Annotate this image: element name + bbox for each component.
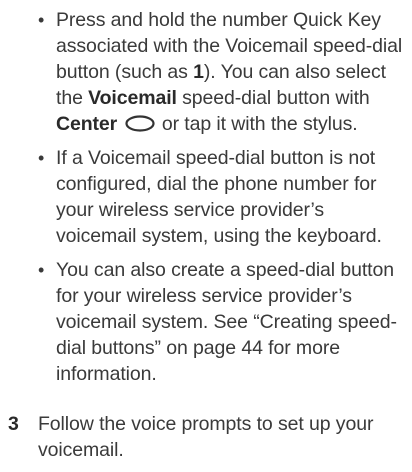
bullet-item: • You can also create a speed-dial butto… — [38, 257, 408, 387]
bullet-text: You can also create a speed-dial button … — [56, 259, 397, 385]
bullet-marker: • — [38, 10, 45, 30]
quick-key-number: 1 — [193, 61, 204, 83]
text-run — [117, 113, 122, 135]
instruction-bullet-list: • Press and hold the number Quick Key as… — [38, 7, 408, 387]
center-label: Center — [56, 113, 118, 135]
bullet-item: • Press and hold the number Quick Key as… — [38, 7, 408, 137]
bullet-marker: • — [38, 260, 45, 280]
bullet-marker: • — [38, 148, 45, 168]
center-button-icon — [124, 115, 155, 132]
text-run: speed-dial button with — [176, 87, 370, 109]
bullet-text: Press and hold the number Quick Key asso… — [56, 9, 402, 135]
document-page: • Press and hold the number Quick Key as… — [0, 0, 412, 472]
step-text: Follow the voice prompts to set up your … — [38, 413, 374, 461]
bullet-item: • If a Voicemail speed-dial button is no… — [38, 145, 408, 249]
step-item: 3 Follow the voice prompts to set up you… — [8, 411, 408, 463]
bullet-text: If a Voicemail speed-dial button is not … — [56, 147, 382, 247]
text-run: or tap it with the stylus. — [156, 113, 358, 135]
voicemail-label: Voicemail — [88, 87, 177, 109]
step-number: 3 — [8, 413, 19, 435]
